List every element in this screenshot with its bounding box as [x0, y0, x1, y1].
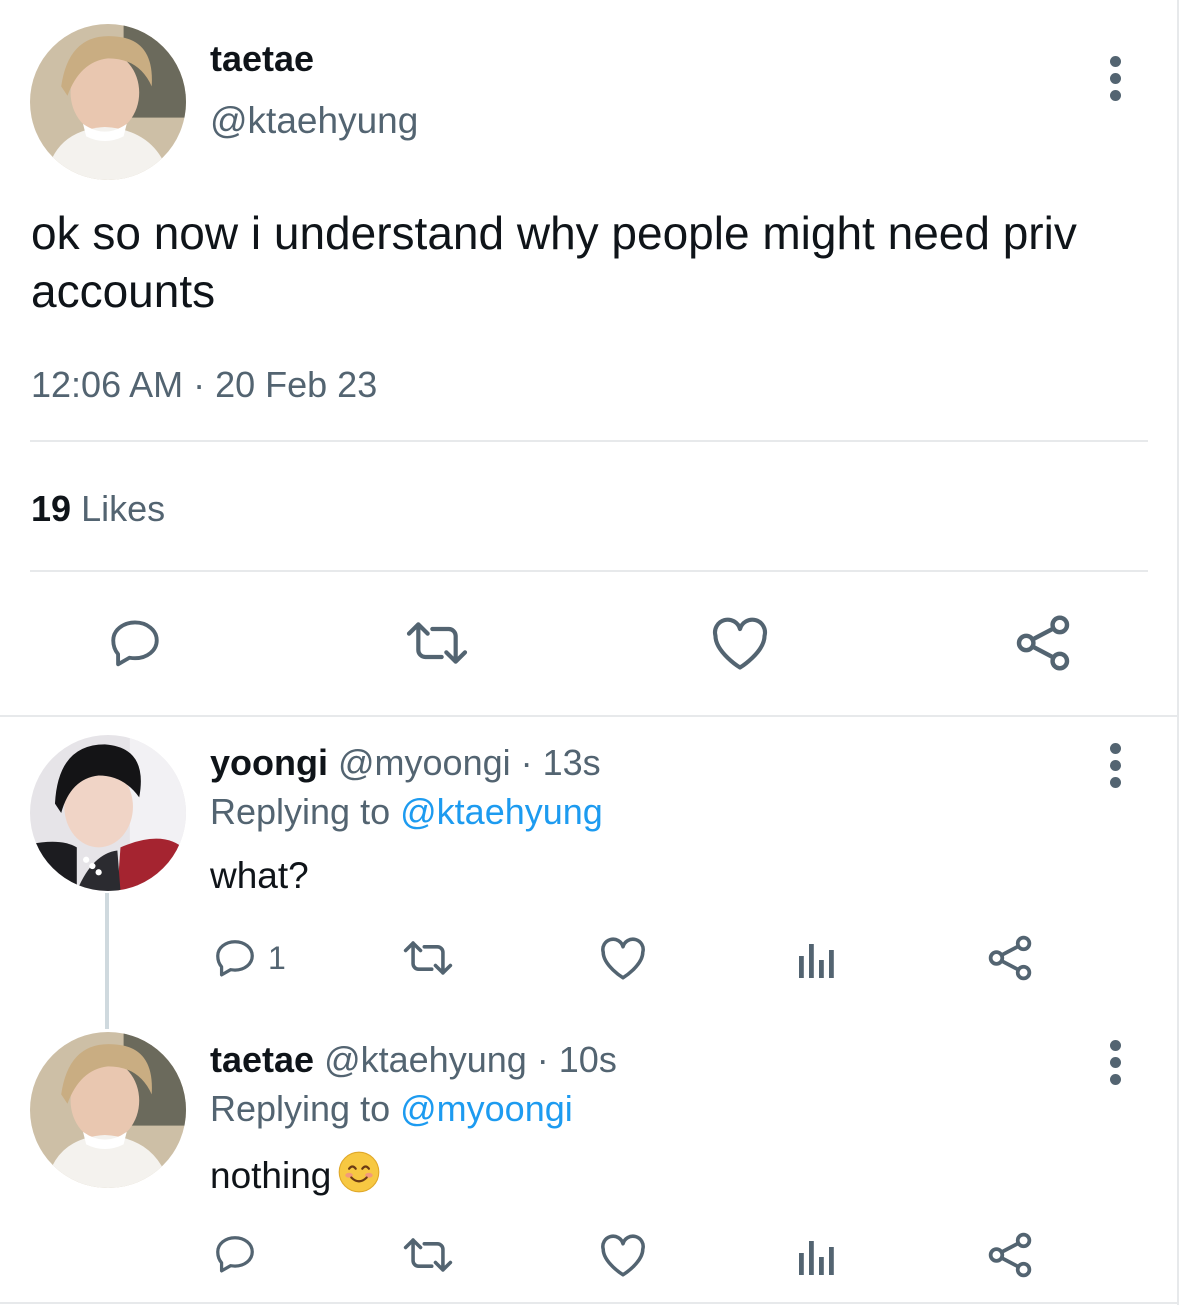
reply-text: nothing [210, 1155, 332, 1196]
tweet-text: ok so now i understand why people might … [31, 207, 1077, 317]
divider [30, 440, 1148, 442]
analytics-icon[interactable] [797, 1237, 837, 1275]
mention-link[interactable]: @myoongi [400, 1088, 573, 1129]
reply-header: yoongi @myoongi · 13s [210, 742, 601, 784]
replying-to: Replying to @myoongi [210, 1088, 573, 1130]
reply-author-handle[interactable]: @myoongi [338, 742, 511, 783]
reply-author-name[interactable]: taetae [210, 1039, 314, 1080]
reply-icon[interactable] [212, 935, 258, 981]
share-icon[interactable] [1012, 612, 1074, 674]
replying-prefix: Replying to [210, 1088, 391, 1129]
more-options-icon[interactable] [1105, 743, 1125, 793]
section-divider [0, 715, 1179, 717]
avatar-taetae[interactable] [30, 1032, 186, 1188]
reply-time[interactable]: · 10s [537, 1039, 617, 1080]
share-icon[interactable] [985, 933, 1035, 983]
reply-author-handle[interactable]: @ktaehyung [324, 1039, 527, 1080]
like-icon[interactable] [598, 1232, 648, 1278]
reply-header: taetae @ktaehyung · 10s [210, 1039, 617, 1081]
mention-link[interactable]: @ktaehyung [400, 791, 603, 832]
avatar-taetae[interactable] [30, 24, 186, 180]
thread-connector-line [105, 893, 109, 1029]
divider [30, 570, 1148, 572]
reply-text: what? [210, 855, 309, 896]
retweet-icon[interactable] [400, 1232, 456, 1278]
author-handle[interactable]: @ktaehyung [210, 100, 418, 142]
share-icon[interactable] [985, 1230, 1035, 1280]
likes-count: 19 [31, 488, 72, 529]
reply-icon[interactable] [106, 614, 164, 672]
replying-to: Replying to @ktaehyung [210, 791, 603, 833]
retweet-icon[interactable] [402, 614, 472, 672]
reply-author-name[interactable]: yoongi [210, 742, 328, 783]
more-options-icon[interactable] [1105, 56, 1125, 106]
avatar-yoongi[interactable] [30, 735, 186, 891]
reply-time[interactable]: · 13s [521, 742, 601, 783]
reply-icon[interactable] [212, 1231, 258, 1277]
author-display-name[interactable]: taetae [210, 38, 314, 80]
replying-prefix: Replying to [210, 791, 391, 832]
bottom-divider [0, 1302, 1179, 1304]
reply-text-container: nothing [210, 1150, 381, 1197]
like-icon[interactable] [598, 935, 648, 981]
retweet-icon[interactable] [400, 935, 456, 981]
more-options-icon[interactable] [1105, 1040, 1125, 1090]
smiling-face-emoji-icon [337, 1150, 381, 1194]
likes-summary[interactable]: 19 Likes [31, 488, 165, 530]
reply-count: 1 [268, 940, 286, 976]
likes-label: Likes [81, 488, 166, 529]
like-icon[interactable] [709, 614, 771, 672]
tweet-timestamp[interactable]: 12:06 AM · 20 Feb 23 [31, 364, 377, 406]
analytics-icon[interactable] [797, 940, 837, 978]
